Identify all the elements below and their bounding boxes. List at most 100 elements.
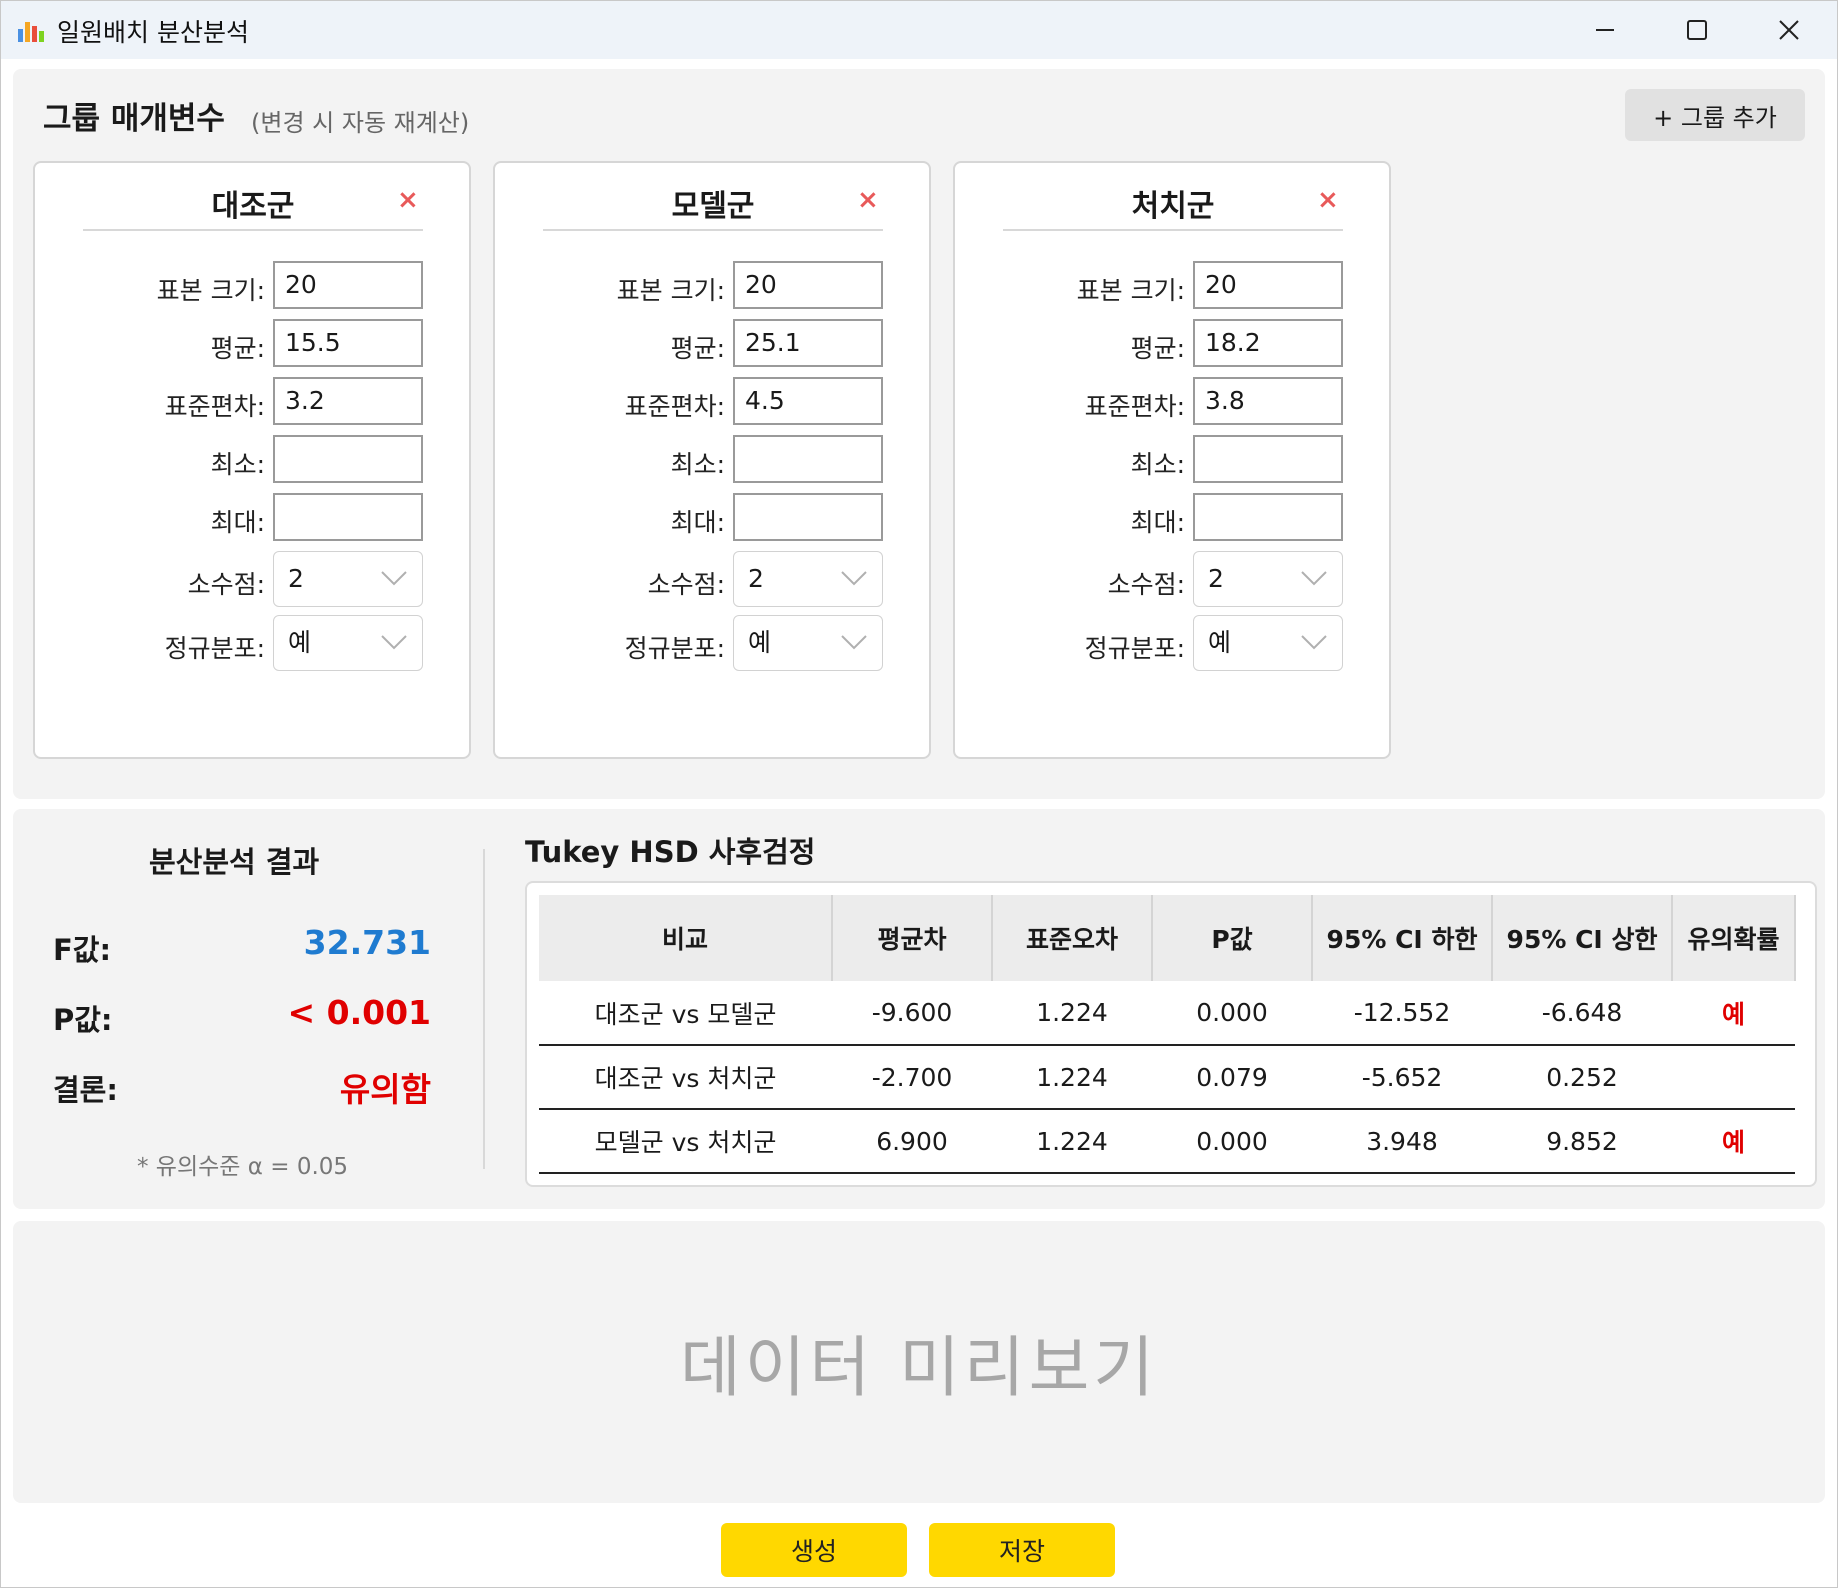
decimals-select[interactable]: 2 [273, 551, 423, 607]
group-name: 처치군 [1003, 183, 1343, 231]
remove-group-icon[interactable]: × [1317, 185, 1339, 215]
min-input[interactable] [273, 435, 423, 483]
column-header[interactable]: 유의확률 [1672, 895, 1796, 981]
maximize-icon [1687, 20, 1707, 40]
max-input[interactable] [273, 493, 423, 541]
maximize-button[interactable] [1651, 1, 1743, 59]
tukey-title: Tukey HSD 사후검정 [525, 835, 816, 869]
anova-results-title: 분산분석 결과 [149, 845, 320, 879]
decimals-select[interactable]: 2 [733, 551, 883, 607]
remove-group-icon[interactable]: × [397, 185, 419, 215]
normal-select[interactable]: 예 [273, 615, 423, 671]
results-panel: 분산분석 결과 F값: 32.731 P값: < 0.001 결론: 유의함 *… [13, 809, 1825, 1209]
normal-label: 정규분포: [624, 634, 725, 663]
app-window: 일원배치 분산분석 그룹 매개변수 (변경 시 자동 재계산) + 그룹 추가 … [0, 0, 1838, 1588]
p-value-cell: 0.000 [1152, 1109, 1312, 1174]
table-row[interactable]: 대조군 vs 모델군 -9.600 1.224 0.000 -12.552 -6… [539, 981, 1795, 1046]
significance-cell [1672, 1045, 1795, 1110]
table-row[interactable]: 대조군 vs 처치군 -2.700 1.224 0.079 -5.652 0.2… [539, 1045, 1795, 1110]
sample-size-input[interactable]: 20 [1193, 261, 1343, 309]
group-name: 대조군 [83, 183, 423, 231]
min-label: 최소: [210, 450, 265, 479]
p-value-cell: 0.000 [1152, 981, 1312, 1046]
max-input[interactable] [1193, 493, 1343, 541]
column-header[interactable]: P값 [1152, 895, 1313, 981]
group-parameters-panel: 그룹 매개변수 (변경 시 자동 재계산) + 그룹 추가 대조군 × 표본 크… [13, 69, 1825, 799]
decimals-select[interactable]: 2 [1193, 551, 1343, 607]
mean-diff-cell: -2.700 [832, 1045, 992, 1110]
normal-select[interactable]: 예 [733, 615, 883, 671]
generate-button[interactable]: 생성 [721, 1523, 907, 1577]
group-card-model: 모델군 × 표본 크기: 20 평균: 25.1 표준편차: 4.5 최소: 최… [493, 161, 931, 759]
f-value: 32.731 [303, 923, 431, 962]
min-label: 최소: [670, 450, 725, 479]
ci-lower-cell: -12.552 [1312, 981, 1492, 1046]
decimals-label: 소수점: [1107, 570, 1185, 599]
significance-cell: 예 [1672, 981, 1795, 1046]
column-header[interactable]: 95% CI 하한 [1312, 895, 1493, 981]
ci-upper-cell: -6.648 [1492, 981, 1672, 1046]
tukey-table: 비교 평균차 표준오차 P값 95% CI 하한 95% CI 상한 유의확률 … [539, 895, 1796, 1174]
chevron-down-icon [841, 635, 867, 650]
min-label: 최소: [1130, 450, 1185, 479]
f-value-label: F값: [53, 933, 112, 967]
std-input[interactable]: 3.2 [273, 377, 423, 425]
column-header[interactable]: 95% CI 상한 [1492, 895, 1673, 981]
normal-select[interactable]: 예 [1193, 615, 1343, 671]
decimals-label: 소수점: [187, 570, 265, 599]
normal-value: 예 [748, 628, 772, 657]
std-input[interactable]: 3.8 [1193, 377, 1343, 425]
column-header[interactable]: 평균차 [832, 895, 993, 981]
sample-size-input[interactable]: 20 [733, 261, 883, 309]
comparison-cell: 대조군 vs 처치군 [539, 1045, 832, 1110]
sample-size-label: 표본 크기: [1076, 276, 1185, 305]
minimize-icon [1596, 29, 1614, 31]
chevron-down-icon [1301, 635, 1327, 650]
title-bar: 일원배치 분산분석 [1, 1, 1837, 59]
mean-label: 평균: [1130, 334, 1185, 363]
ci-lower-cell: 3.948 [1312, 1109, 1492, 1174]
column-header[interactable]: 표준오차 [992, 895, 1153, 981]
mean-input[interactable]: 25.1 [733, 319, 883, 367]
normal-value: 예 [288, 628, 312, 657]
close-icon [1779, 20, 1799, 40]
min-input[interactable] [733, 435, 883, 483]
sample-size-label: 표본 크기: [616, 276, 725, 305]
params-subtitle: (변경 시 자동 재계산) [251, 109, 470, 137]
max-label: 최대: [210, 508, 265, 537]
group-name: 모델군 [543, 183, 883, 231]
comparison-cell: 대조군 vs 모델군 [539, 981, 832, 1046]
min-input[interactable] [1193, 435, 1343, 483]
table-header-row: 비교 평균차 표준오차 P값 95% CI 하한 95% CI 상한 유의확률 [539, 895, 1796, 981]
save-button[interactable]: 저장 [929, 1523, 1115, 1577]
chevron-down-icon [381, 635, 407, 650]
std-label: 표준편차: [164, 392, 265, 421]
max-input[interactable] [733, 493, 883, 541]
preview-placeholder: 데이터 미리보기 [679, 1329, 1159, 1406]
chevron-down-icon [1301, 571, 1327, 586]
std-input[interactable]: 4.5 [733, 377, 883, 425]
tukey-table-container: 비교 평균차 표준오차 P값 95% CI 하한 95% CI 상한 유의확률 … [525, 881, 1817, 1187]
chevron-down-icon [841, 571, 867, 586]
sample-size-input[interactable]: 20 [273, 261, 423, 309]
p-value: < 0.001 [287, 993, 431, 1032]
max-label: 최대: [670, 508, 725, 537]
table-row[interactable]: 모델군 vs 처치군 6.900 1.224 0.000 3.948 9.852… [539, 1109, 1795, 1174]
std-error-cell: 1.224 [992, 1109, 1152, 1174]
remove-group-icon[interactable]: × [857, 185, 879, 215]
mean-label: 평균: [670, 334, 725, 363]
chart-app-icon [18, 22, 44, 42]
mean-diff-cell: -9.600 [832, 981, 992, 1046]
mean-input[interactable]: 18.2 [1193, 319, 1343, 367]
mean-input[interactable]: 15.5 [273, 319, 423, 367]
ci-lower-cell: -5.652 [1312, 1045, 1492, 1110]
conclusion-value: 유의함 [339, 1070, 431, 1109]
group-card-control: 대조군 × 표본 크기: 20 평균: 15.5 표준편차: 3.2 최소: 최… [33, 161, 471, 759]
decimals-label: 소수점: [647, 570, 725, 599]
minimize-button[interactable] [1559, 1, 1651, 59]
decimals-value: 2 [288, 564, 304, 593]
close-window-button[interactable] [1743, 1, 1835, 59]
column-header[interactable]: 비교 [539, 895, 833, 981]
window-title: 일원배치 분산분석 [57, 18, 249, 47]
add-group-button[interactable]: + 그룹 추가 [1625, 89, 1805, 141]
